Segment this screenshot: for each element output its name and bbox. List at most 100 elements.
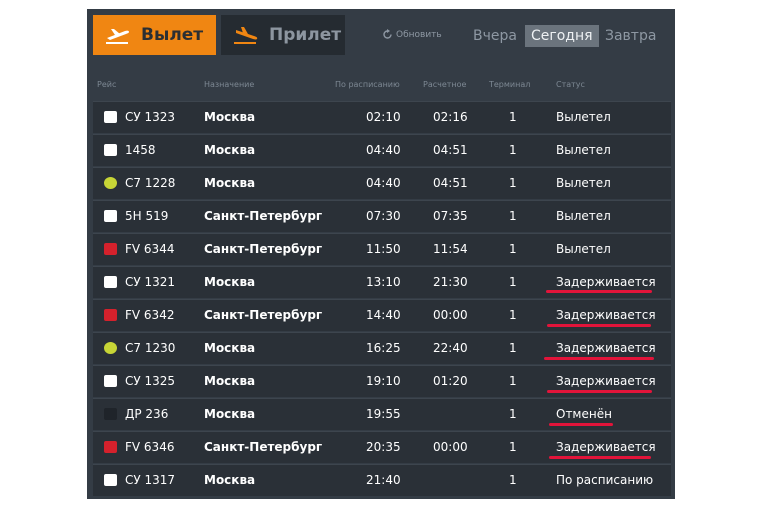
destination: Санкт-Петербург xyxy=(204,209,323,223)
tab-departures[interactable]: Вылет xyxy=(93,15,216,55)
terminal: 1 xyxy=(509,473,517,487)
table-row[interactable]: С7 1228 Москва 04:40 04:51 1 Вылетел xyxy=(93,167,671,199)
tab-arrivals-label: Прилет xyxy=(269,25,342,45)
terminal: 1 xyxy=(509,110,517,124)
destination: Москва xyxy=(204,473,256,487)
flight-board: Вылет Прилет Обновить Вчера Сегодня Завт… xyxy=(87,9,675,499)
scheduled-time: 04:40 xyxy=(366,176,401,190)
day-today-button[interactable]: Сегодня xyxy=(525,25,599,47)
table-row[interactable]: СУ 1325 Москва 19:10 01:20 1 Задерживает… xyxy=(93,365,671,397)
flight-status: Отменён xyxy=(556,407,612,421)
terminal: 1 xyxy=(509,440,517,454)
refresh-button[interactable]: Обновить xyxy=(382,29,442,40)
flight-status: Вылетел xyxy=(556,110,611,124)
rossiya-logo-icon xyxy=(104,243,117,255)
column-header-terminal: Терминал xyxy=(489,80,531,89)
flight-number: FV 6342 xyxy=(125,308,175,322)
terminal: 1 xyxy=(509,242,517,256)
status-highlight-underline xyxy=(549,456,651,459)
scheduled-time: 11:50 xyxy=(366,242,401,256)
column-header-estimated: Расчетное xyxy=(423,80,467,89)
scheduled-time: 20:35 xyxy=(366,440,401,454)
estimated-time: 07:35 xyxy=(433,209,468,223)
destination: Москва xyxy=(204,341,256,355)
flight-status: Задерживается xyxy=(556,275,656,289)
tab-departures-label: Вылет xyxy=(141,25,204,45)
flight-status: Вылетел xyxy=(556,143,611,157)
rossiya-logo-icon xyxy=(104,441,117,453)
terminal: 1 xyxy=(509,176,517,190)
s7-logo-icon xyxy=(104,342,117,354)
status-highlight-underline xyxy=(544,357,654,360)
flight-status: Вылетел xyxy=(556,209,611,223)
table-row[interactable]: ДР 236 Москва 19:55 1 Отменён xyxy=(93,398,671,430)
estimated-time: 22:40 xyxy=(433,341,468,355)
scheduled-time: 19:10 xyxy=(366,374,401,388)
arrival-plane-icon xyxy=(234,27,258,44)
flight-number: С7 1230 xyxy=(125,341,176,355)
refresh-icon xyxy=(383,29,392,39)
table-row[interactable]: FV 6342 Санкт-Петербург 14:40 00:00 1 За… xyxy=(93,299,671,331)
status-highlight-underline xyxy=(549,423,613,426)
flight-status: Задерживается xyxy=(556,440,656,454)
tab-arrivals[interactable]: Прилет xyxy=(221,15,345,55)
terminal: 1 xyxy=(509,341,517,355)
destination: Москва xyxy=(204,374,256,388)
estimated-time: 00:00 xyxy=(433,308,468,322)
estimated-time: 00:00 xyxy=(433,440,468,454)
flight-number: СУ 1321 xyxy=(125,275,176,289)
flight-number: СУ 1317 xyxy=(125,473,176,487)
table-row[interactable]: СУ 1317 Москва 21:40 1 По расписанию xyxy=(93,464,671,496)
flight-number: 5Н 519 xyxy=(125,209,169,223)
destination: Санкт-Петербург xyxy=(204,242,323,256)
scheduled-time: 21:40 xyxy=(366,473,401,487)
scheduled-time: 04:40 xyxy=(366,143,401,157)
flight-number: СУ 1325 xyxy=(125,374,176,388)
table-row[interactable]: 1458 Москва 04:40 04:51 1 Вылетел xyxy=(93,134,671,166)
estimated-time: 01:20 xyxy=(433,374,468,388)
flight-number: FV 6344 xyxy=(125,242,175,256)
s7-logo-icon xyxy=(104,177,117,189)
terminal: 1 xyxy=(509,407,517,421)
scheduled-time: 02:10 xyxy=(366,110,401,124)
flight-status: Задерживается xyxy=(556,308,656,322)
flight-status: Задерживается xyxy=(556,374,656,388)
day-yesterday-button[interactable]: Вчера xyxy=(467,25,523,47)
terminal: 1 xyxy=(509,209,517,223)
destination: Санкт-Петербург xyxy=(204,308,323,322)
status-highlight-underline xyxy=(547,390,652,393)
estimated-time: 04:51 xyxy=(433,143,468,157)
aeroflot-logo-icon xyxy=(104,276,117,288)
scheduled-time: 14:40 xyxy=(366,308,401,322)
destination: Москва xyxy=(204,176,256,190)
nordstar-logo-icon xyxy=(104,210,117,222)
estimated-time: 21:30 xyxy=(433,275,468,289)
estimated-time: 02:16 xyxy=(433,110,468,124)
table-row[interactable]: FV 6346 Санкт-Петербург 20:35 00:00 1 За… xyxy=(93,431,671,463)
pobeda-logo-icon xyxy=(104,408,117,420)
terminal: 1 xyxy=(509,374,517,388)
airline-k-logo-icon xyxy=(104,144,117,156)
table-row[interactable]: СУ 1321 Москва 13:10 21:30 1 Задерживает… xyxy=(93,266,671,298)
flight-number: СУ 1323 xyxy=(125,110,176,124)
column-header-flight: Рейс xyxy=(97,80,117,89)
table-row[interactable]: СУ 1323 Москва 02:10 02:16 1 Вылетел xyxy=(93,101,671,133)
table-row[interactable]: 5Н 519 Санкт-Петербург 07:30 07:35 1 Выл… xyxy=(93,200,671,232)
departure-plane-icon xyxy=(106,29,129,44)
status-highlight-underline xyxy=(546,290,652,293)
table-row[interactable]: FV 6344 Санкт-Петербург 11:50 11:54 1 Вы… xyxy=(93,233,671,265)
aeroflot-logo-icon xyxy=(104,474,117,486)
rossiya-logo-icon xyxy=(104,309,117,321)
flight-status: Задерживается xyxy=(556,341,656,355)
column-header-destination: Назначение xyxy=(204,80,255,89)
terminal: 1 xyxy=(509,308,517,322)
flight-status: Вылетел xyxy=(556,176,611,190)
flight-status: По расписанию xyxy=(556,473,654,487)
flight-number: ДР 236 xyxy=(125,407,169,421)
aeroflot-logo-icon xyxy=(104,111,117,123)
destination: Москва xyxy=(204,143,256,157)
table-row[interactable]: С7 1230 Москва 16:25 22:40 1 Задерживает… xyxy=(93,332,671,364)
day-tomorrow-button[interactable]: Завтра xyxy=(599,25,662,47)
destination: Москва xyxy=(204,407,256,421)
terminal: 1 xyxy=(509,143,517,157)
